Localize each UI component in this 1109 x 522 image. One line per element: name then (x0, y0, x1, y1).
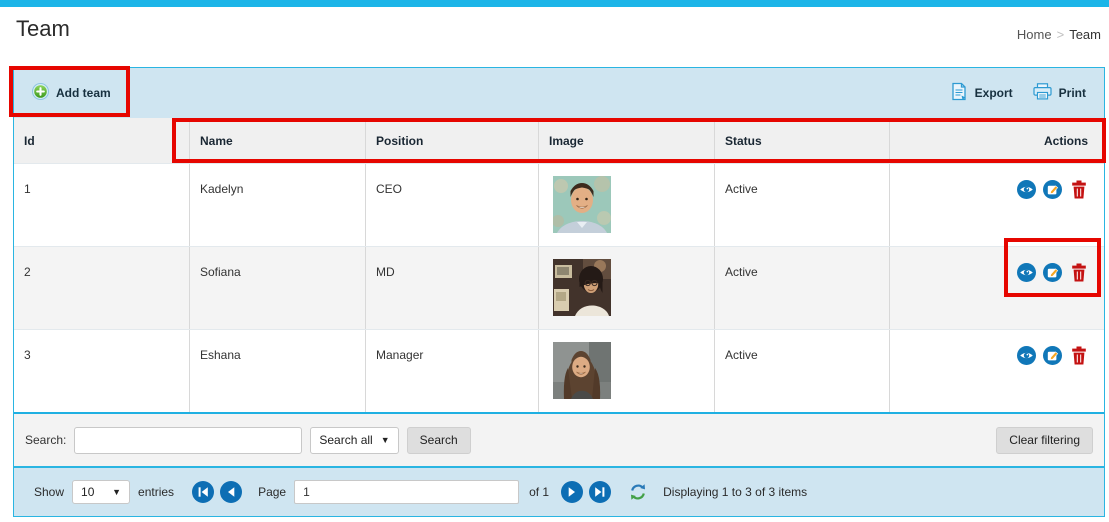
table-row: 1 Kadelyn CEO Active (14, 163, 1104, 246)
show-label: Show (34, 485, 64, 499)
add-team-label: Add team (56, 86, 111, 100)
table-row: 3 Eshana Manager Active (14, 329, 1104, 412)
export-icon (951, 82, 968, 104)
search-bar: Search: Search all ▼ Search Clear filter… (14, 412, 1104, 466)
column-header-image[interactable]: Image (538, 118, 714, 163)
breadcrumb-separator: > (1057, 27, 1065, 42)
add-icon (32, 83, 49, 103)
column-header-actions: Actions (889, 118, 1104, 163)
entries-value: 10 (81, 485, 94, 499)
next-page-button[interactable] (561, 481, 583, 503)
refresh-icon[interactable] (629, 483, 647, 501)
view-button[interactable] (1017, 180, 1036, 199)
team-panel: Add team Export (13, 67, 1105, 517)
search-scope-select[interactable]: Search all ▼ (310, 427, 398, 454)
export-button[interactable]: Export (951, 82, 1013, 104)
pagination-status-text: Displaying 1 to 3 of 3 items (663, 485, 807, 499)
column-header-position[interactable]: Position (365, 118, 538, 163)
breadcrumb: Home > Team (1017, 27, 1101, 42)
search-label: Search: (25, 433, 66, 447)
first-page-button[interactable] (192, 481, 214, 503)
breadcrumb-current: Team (1069, 27, 1101, 42)
page-title: Team (16, 16, 70, 42)
entries-label: entries (138, 485, 174, 499)
cell-id: 1 (14, 164, 189, 246)
cell-name: Kadelyn (189, 164, 365, 246)
export-label: Export (975, 86, 1013, 100)
chevron-down-icon: ▼ (112, 487, 121, 497)
add-team-button[interactable]: Add team (32, 83, 111, 103)
member-photo (553, 176, 611, 233)
table-header-row: Id Name Position Image Status Actions (14, 118, 1104, 163)
pagination-bar: Show 10 ▼ entries Page of 1 (14, 466, 1104, 516)
print-button[interactable]: Print (1033, 83, 1086, 103)
member-photo (553, 259, 611, 316)
cell-name: Eshana (189, 330, 365, 412)
edit-button[interactable] (1043, 346, 1062, 365)
chevron-down-icon: ▼ (381, 435, 390, 445)
cell-name: Sofiana (189, 247, 365, 329)
delete-button[interactable] (1069, 180, 1088, 199)
search-button[interactable]: Search (407, 427, 471, 454)
cell-position: Manager (365, 330, 538, 412)
page-number-input[interactable] (294, 480, 519, 504)
page-label: Page (258, 485, 286, 499)
table-toolbar: Add team Export (14, 68, 1104, 118)
cell-image (538, 330, 714, 412)
cell-status: Active (714, 247, 889, 329)
view-button[interactable] (1017, 346, 1036, 365)
delete-button[interactable] (1069, 263, 1088, 282)
view-button[interactable] (1017, 263, 1036, 282)
cell-image (538, 164, 714, 246)
column-header-id[interactable]: Id (14, 118, 189, 163)
search-scope-value: Search all (319, 433, 372, 447)
column-header-name[interactable]: Name (189, 118, 365, 163)
member-photo (553, 342, 611, 399)
print-icon (1033, 83, 1052, 103)
page-of-label: of 1 (529, 485, 549, 499)
top-accent-bar (0, 0, 1109, 7)
cell-id: 3 (14, 330, 189, 412)
print-label: Print (1059, 86, 1086, 100)
cell-actions (889, 247, 1104, 329)
last-page-button[interactable] (589, 481, 611, 503)
clear-filtering-button[interactable]: Clear filtering (996, 427, 1093, 454)
cell-status: Active (714, 164, 889, 246)
cell-id: 2 (14, 247, 189, 329)
table-row: 2 Sofiana MD Active (14, 246, 1104, 329)
delete-button[interactable] (1069, 346, 1088, 365)
edit-button[interactable] (1043, 180, 1062, 199)
cell-actions (889, 330, 1104, 412)
cell-position: MD (365, 247, 538, 329)
column-header-status[interactable]: Status (714, 118, 889, 163)
cell-image (538, 247, 714, 329)
breadcrumb-home-link[interactable]: Home (1017, 27, 1052, 42)
edit-button[interactable] (1043, 263, 1062, 282)
entries-select[interactable]: 10 ▼ (72, 480, 130, 504)
cell-actions (889, 164, 1104, 246)
prev-page-button[interactable] (220, 481, 242, 503)
cell-status: Active (714, 330, 889, 412)
search-input[interactable] (74, 427, 302, 454)
cell-position: CEO (365, 164, 538, 246)
